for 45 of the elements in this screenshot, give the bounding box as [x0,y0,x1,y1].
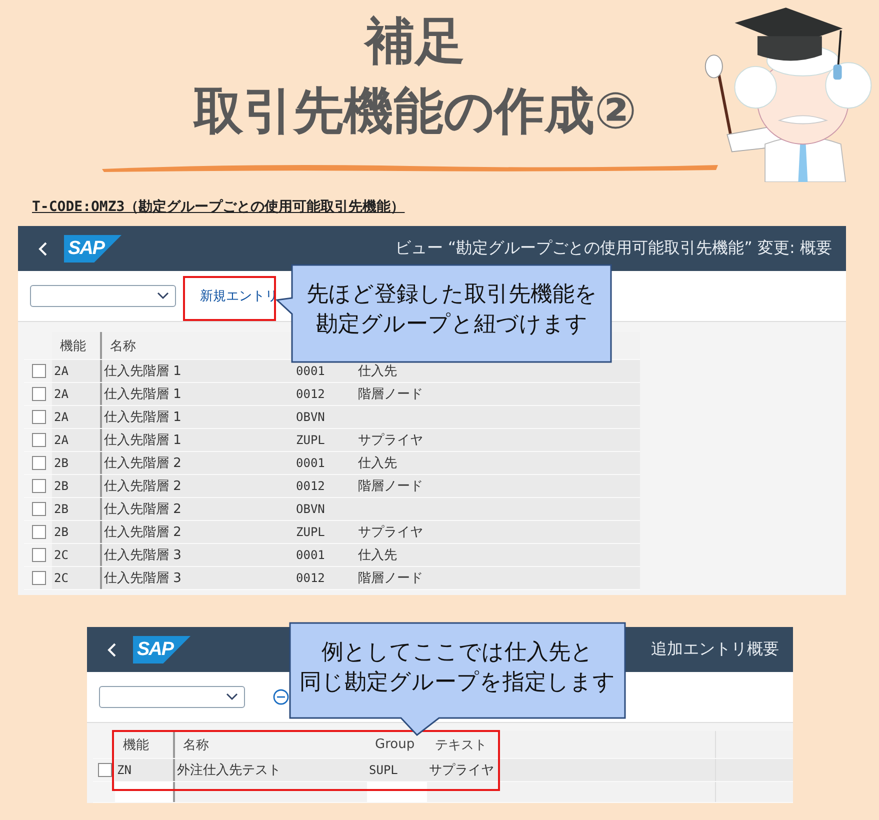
transaction-code-caption: T-CODE:OMZ3（勘定グループごとの使用可能取引先機能） [32,198,405,216]
table-cell-text: サプライヤ [428,762,495,780]
table-cell-text: 仕入先 [358,547,397,564]
table-cell-text: 0012 [295,478,326,495]
table-cell-text: 仕入先 [358,455,397,472]
heading-title: 補足 [365,11,465,72]
table-cell-text: サプライヤ [358,524,423,541]
table-cell-text: 0012 [295,386,326,403]
table-cell-text: 2C [53,547,70,564]
sap-logo: SAP [133,636,191,664]
screen-title: ビュー “勘定グループごとの使用可能取引先機能” 変更: 概要 [394,238,832,259]
table-cell-text: 0001 [295,547,326,564]
sap-logo: SAP [64,234,122,262]
table-cell-text: サプライヤ [358,432,423,449]
table-cell-text: 階層ノード [358,386,423,403]
table-cell-text: 0012 [295,570,326,587]
table-cell: 仕入先階層 3 [100,567,294,589]
table-cell-text: 2B [53,478,70,495]
table-cell-text: 2B [53,501,70,518]
table-cell-text: 2B [53,455,70,472]
table-cell-text: 2C [53,570,70,587]
table-cell-text: 階層ノード [358,478,423,495]
table-cell-text: 2B [53,524,70,541]
table-cell-text: 階層ノード [358,570,423,587]
table-cell-text: OBVN [295,501,326,518]
table-cell-text: ZUPL [295,524,326,541]
column-header: 機能 [122,736,150,754]
table-cell-text: 2A [53,386,70,403]
table-cell-text: SUPL [368,762,399,779]
table-cell-text: 0001 [295,363,326,380]
table-cell-text: 2A [53,363,70,380]
table-cell-text: ZUPL [295,432,326,449]
table-cell-text: 2A [53,409,70,426]
table-cell-text: 0001 [295,455,326,472]
column-header: 機能 [59,338,87,356]
callout-text: 例としてここでは仕入先と 同じ勘定グループを指定します [298,639,616,697]
table-cell-text: OBVN [295,409,326,426]
screen-title: 追加エントリ概要 [651,639,779,660]
callout-text: 先ほど登録した取引先機能を 勘定グループと紐づけます [306,281,598,339]
column-header: テキスト [434,736,488,754]
table-cell-text: ZN [116,762,132,779]
table-cell-text: 仕入先 [358,363,397,380]
column-header: Group [374,736,416,754]
heading-title: 取引先機能の作成② [193,81,637,142]
table-cell-text: 2A [53,432,70,449]
